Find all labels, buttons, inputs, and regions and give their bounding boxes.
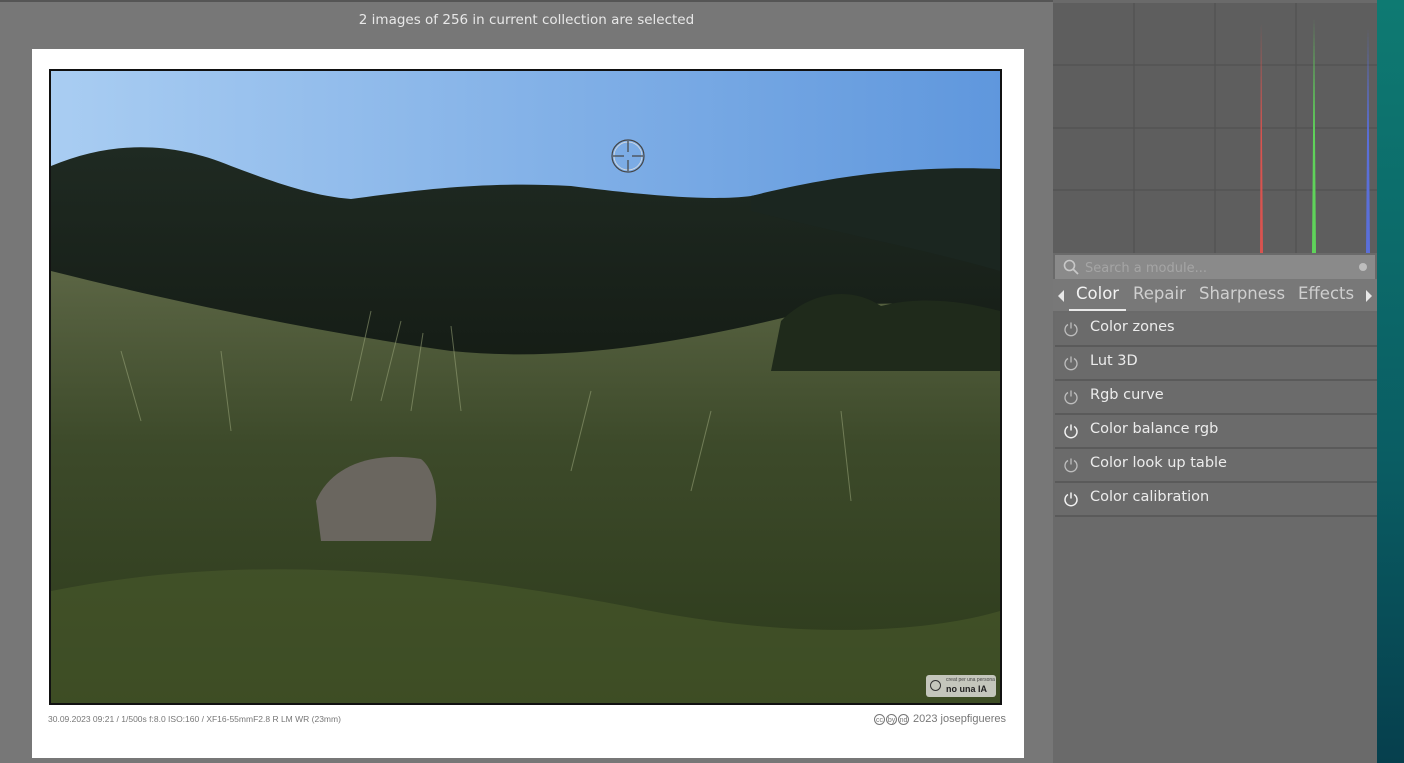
module-color-look-up-table[interactable]: Color look up table: [1055, 449, 1377, 483]
histogram-red-channel: [1260, 23, 1263, 253]
module-list: Color zones Lut 3D Rgb curve Color balan…: [1055, 313, 1377, 517]
active-tab-indicator: [1069, 309, 1126, 311]
center-view: 2 images of 256 in current collection ar…: [0, 0, 1053, 763]
clear-search-icon[interactable]: [1359, 263, 1367, 271]
badge-big-text: no una IA: [946, 684, 987, 694]
power-icon[interactable]: [1063, 389, 1079, 405]
module-group-tabs: Color Repair Sharpness Effects: [1053, 279, 1377, 311]
module-label: Rgb curve: [1090, 387, 1164, 403]
scroll-left-icon[interactable]: [1058, 290, 1064, 302]
histogram[interactable]: [1053, 3, 1377, 253]
power-icon[interactable]: [1063, 457, 1079, 473]
module-lut-3d[interactable]: Lut 3D: [1055, 347, 1377, 381]
module-rgb-curve[interactable]: Rgb curve: [1055, 381, 1377, 415]
credit-text: 2023 josepfigueres: [913, 713, 1006, 725]
tab-sharpness[interactable]: Sharpness: [1199, 284, 1285, 303]
scroll-right-icon[interactable]: [1366, 290, 1372, 302]
creative-commons-icon: cc by nd: [874, 713, 910, 725]
landscape-image: [51, 71, 1000, 703]
search-icon: [1063, 259, 1079, 275]
module-label: Color zones: [1090, 319, 1175, 335]
selection-status: 2 images of 256 in current collection ar…: [358, 12, 695, 28]
nd-icon: nd: [898, 713, 910, 725]
module-label: Color look up table: [1090, 455, 1227, 471]
power-icon[interactable]: [1063, 491, 1079, 507]
histogram-green-channel: [1312, 18, 1316, 253]
module-label: Color calibration: [1090, 489, 1210, 505]
tab-effects[interactable]: Effects: [1298, 284, 1354, 303]
module-label: Lut 3D: [1090, 353, 1138, 369]
power-icon[interactable]: [1063, 321, 1079, 337]
cc-icon: cc: [874, 713, 886, 725]
module-label: Color balance rgb: [1090, 421, 1219, 437]
desktop-background: [1377, 0, 1404, 763]
search-input[interactable]: [1083, 257, 1357, 279]
credit-line: cc by nd 2023 josepfigueres: [874, 713, 1006, 725]
exif-info: 30.09.2023 09:21 / 1/500s f:8.0 ISO:160 …: [48, 714, 341, 724]
tab-repair[interactable]: Repair: [1133, 284, 1186, 303]
badge-small-text: creat per una persona: [946, 677, 995, 683]
module-color-zones[interactable]: Color zones: [1055, 313, 1377, 347]
module-search: [1055, 255, 1375, 279]
module-color-balance-rgb[interactable]: Color balance rgb: [1055, 415, 1377, 449]
person-icon: [930, 680, 941, 691]
right-panel: Color Repair Sharpness Effects Color zon…: [1053, 0, 1377, 763]
photo-preview[interactable]: creat per una persona no una IA: [49, 69, 1002, 705]
by-icon: by: [886, 713, 898, 725]
tab-color[interactable]: Color: [1076, 284, 1119, 303]
watermark-badge: creat per una persona no una IA: [926, 675, 996, 697]
image-frame: creat per una persona no una IA 30.09.20…: [32, 49, 1024, 758]
crosshair-icon[interactable]: [610, 138, 646, 174]
histogram-blue-channel: [1366, 28, 1370, 253]
power-icon[interactable]: [1063, 355, 1079, 371]
power-icon[interactable]: [1063, 423, 1079, 439]
module-color-calibration[interactable]: Color calibration: [1055, 483, 1377, 517]
